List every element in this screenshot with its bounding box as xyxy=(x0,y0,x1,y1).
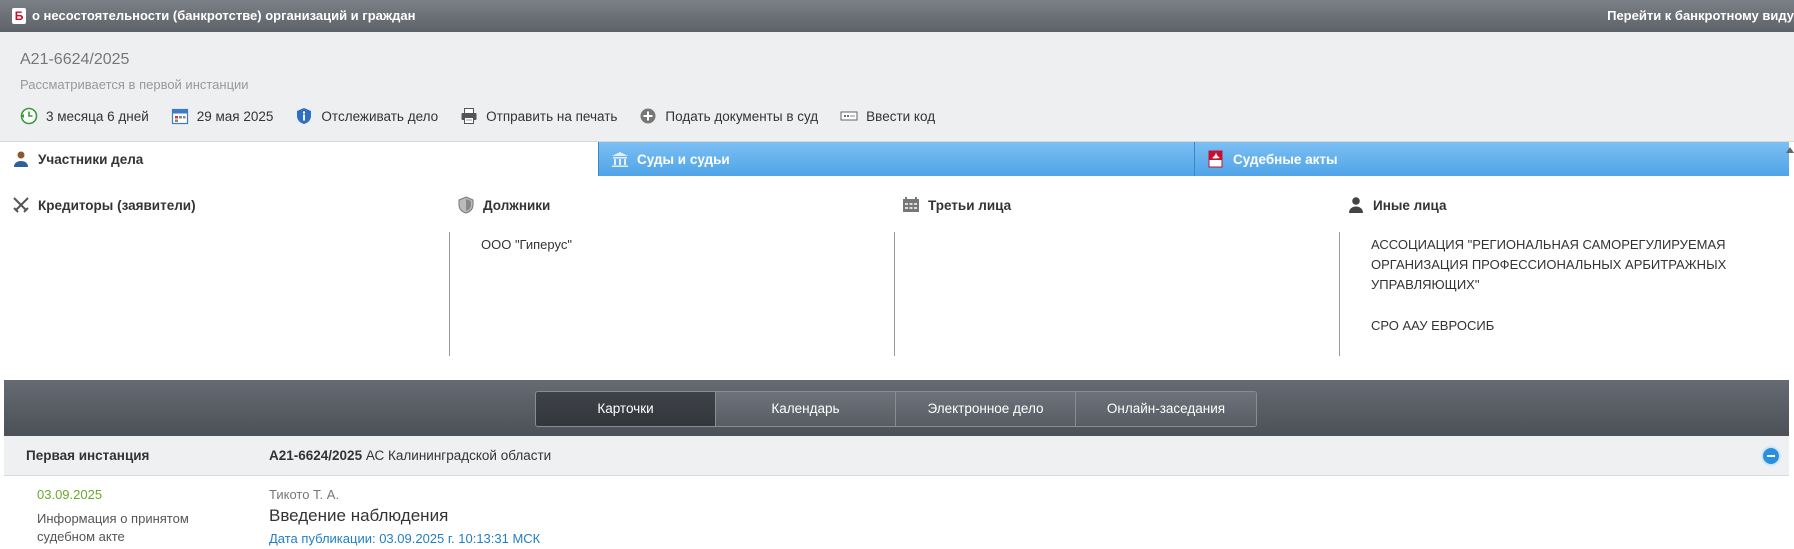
case-tabs: Участники дела Суды и судьи Судебные акт… xyxy=(0,142,1789,176)
debtors-title: Должники xyxy=(483,197,551,213)
crossed-swords-icon xyxy=(12,196,30,214)
print-label: Отправить на печать xyxy=(486,108,618,124)
third-parties-title: Третьи лица xyxy=(928,197,1012,213)
shield-icon xyxy=(457,196,475,214)
creditors-column: Кредиторы (заявители) xyxy=(0,176,449,380)
third-parties-heading: Третьи лица xyxy=(902,196,1011,214)
case-number: А21-6624/2025 xyxy=(20,51,130,68)
view-cards-button[interactable]: Карточки xyxy=(536,392,716,426)
pdf-icon xyxy=(1207,150,1225,168)
person-silhouette-icon xyxy=(1347,196,1365,214)
tab-courts-judges[interactable]: Суды и судьи xyxy=(598,142,1194,176)
instance-court-name: АС Калининградской области xyxy=(365,448,552,463)
view-online-hearings-button[interactable]: Онлайн-заседания xyxy=(1076,392,1256,426)
case-duration: 3 месяца 6 дней xyxy=(20,107,149,125)
enter-code-label: Ввести код xyxy=(866,108,936,124)
case-duration-label: 3 месяца 6 дней xyxy=(46,108,149,124)
clock-icon xyxy=(20,107,38,125)
document-date: 03.09.2025 xyxy=(37,487,103,502)
track-case-button[interactable]: Отслеживать дело xyxy=(295,107,438,125)
document-title[interactable]: Введение наблюдения xyxy=(269,506,448,526)
third-parties-column: Третьи лица xyxy=(894,176,1339,380)
debtor-item[interactable]: ООО "Гиперус" xyxy=(481,235,572,255)
other-persons-divider xyxy=(1339,232,1340,356)
submit-documents-button[interactable]: Подать документы в суд xyxy=(639,107,818,125)
third-parties-divider xyxy=(894,232,895,356)
creditors-heading: Кредиторы (заявители) xyxy=(12,196,196,214)
category-title: о несостоятельности (банкротстве) органи… xyxy=(32,8,416,23)
document-kind: Информация о принятом судебном акте xyxy=(37,511,189,544)
print-button[interactable]: Отправить на печать xyxy=(460,107,617,125)
other-persons-title: Иные лица xyxy=(1373,197,1447,213)
tab-participants-label: Участники дела xyxy=(38,151,144,167)
top-bar: Б о несостоятельности (банкротстве) орга… xyxy=(0,0,1794,32)
plus-circle-icon xyxy=(639,107,657,125)
case-date-label: 29 мая 2025 xyxy=(196,108,274,124)
instance-court: А21-6624/2025 АС Калининградской области xyxy=(269,448,551,463)
creditors-title: Кредиторы (заявители) xyxy=(38,197,196,213)
tab-courts-judges-label: Суды и судьи xyxy=(637,151,730,167)
building-icon xyxy=(902,196,920,214)
other-persons-column: Иные лица АССОЦИАЦИЯ "РЕГИОНАЛЬНАЯ САМОР… xyxy=(1339,176,1789,380)
track-case-label: Отслеживать дело xyxy=(321,108,439,124)
participants-panel: Кредиторы (заявители) Должники ООО "Гипе… xyxy=(0,176,1789,380)
case-header: А21-6624/2025 Рассматривается в первой и… xyxy=(0,32,1794,142)
tab-court-acts[interactable]: Судебные акты xyxy=(1194,142,1789,176)
calendar-icon xyxy=(171,107,189,125)
printer-icon xyxy=(460,107,478,125)
instance-label: Первая инстанция xyxy=(26,448,150,463)
tab-court-acts-label: Судебные акты xyxy=(1233,151,1338,167)
debtors-column: Должники ООО "Гиперус" xyxy=(449,176,894,380)
instance-header: Первая инстанция А21-6624/2025 АС Калини… xyxy=(4,436,1789,476)
document-published-link[interactable]: Дата публикации: 03.09.2025 г. 10:13:31 … xyxy=(269,531,540,546)
goto-bankruptcy-view-link[interactable]: Перейти к банкротному виду xyxy=(1607,8,1794,23)
submit-documents-label: Подать документы в суд xyxy=(665,108,819,124)
document-entry: 03.09.2025 Информация о принятом судебно… xyxy=(0,476,1789,549)
bankruptcy-logo-icon: Б xyxy=(12,8,26,24)
view-electronic-case-button[interactable]: Электронное дело xyxy=(896,392,1076,426)
tab-participants[interactable]: Участники дела xyxy=(0,142,598,176)
person-icon xyxy=(12,150,30,168)
collapse-icon[interactable] xyxy=(1761,446,1781,466)
code-icon xyxy=(840,107,858,125)
document-judge: Тикото Т. А. xyxy=(269,487,340,502)
other-persons-heading: Иные лица xyxy=(1347,196,1447,214)
view-switcher: Карточки Календарь Электронное дело Онла… xyxy=(535,391,1257,427)
enter-code-button[interactable]: Ввести код xyxy=(840,107,935,125)
other-person-item[interactable]: СРО ААУ ЕВРОСИБ xyxy=(1371,316,1494,336)
debtors-divider xyxy=(449,232,450,356)
view-switcher-bar: Карточки Календарь Электронное дело Онла… xyxy=(4,380,1789,436)
instance-case-number[interactable]: А21-6624/2025 xyxy=(269,448,362,463)
other-person-item[interactable]: АССОЦИАЦИЯ "РЕГИОНАЛЬНАЯ САМОРЕГУЛИРУЕМА… xyxy=(1371,235,1771,295)
shield-info-icon xyxy=(295,107,313,125)
case-actions: 3 месяца 6 дней 29 мая 2025 Отслеживать … xyxy=(20,106,957,126)
debtors-heading: Должники xyxy=(457,196,550,214)
scrollbar-up-arrow[interactable] xyxy=(1786,147,1794,153)
view-calendar-button[interactable]: Календарь xyxy=(716,392,896,426)
courthouse-icon xyxy=(611,150,629,168)
case-status: Рассматривается в первой инстанции xyxy=(20,77,249,92)
case-date: 29 мая 2025 xyxy=(171,107,274,125)
